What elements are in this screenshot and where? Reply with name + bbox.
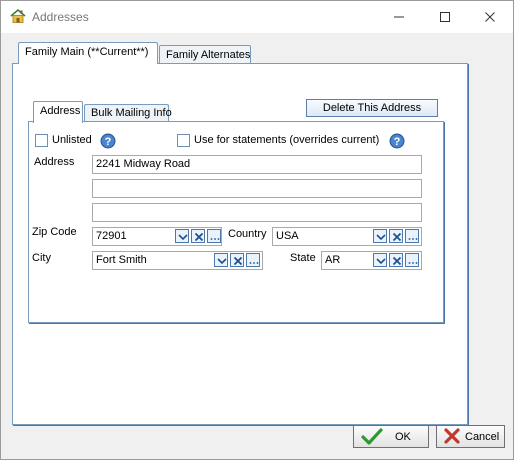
ellipsis-icon [210, 238, 220, 240]
address-line3-input[interactable] [92, 203, 422, 222]
city-dropdown-button[interactable] [214, 253, 228, 267]
zip-clear-button[interactable] [191, 229, 205, 243]
city-more-button[interactable] [246, 253, 260, 267]
clear-x-icon [194, 232, 204, 242]
chevron-down-icon [217, 258, 227, 265]
ok-label: OK [395, 431, 411, 443]
unlisted-checkbox[interactable] [35, 134, 48, 147]
help-icon[interactable]: ? [100, 133, 116, 149]
ellipsis-icon [249, 262, 259, 264]
tab-address[interactable]: Address [33, 101, 83, 123]
checkmark-icon [361, 428, 383, 445]
address-panel [28, 121, 444, 323]
maximize-button[interactable] [422, 1, 468, 33]
city-clear-button[interactable] [230, 253, 244, 267]
tab-family-alternates-label: Family Alternates [166, 49, 251, 61]
state-label: State [290, 252, 316, 264]
zip-dropdown-button[interactable] [175, 229, 189, 243]
country-more-button[interactable] [405, 229, 419, 243]
cancel-label: Cancel [465, 431, 500, 443]
statements-label: Use for statements (overrides current) [194, 134, 380, 146]
ellipsis-icon [408, 238, 418, 240]
country-label: Country [228, 228, 267, 240]
country-clear-button[interactable] [389, 229, 403, 243]
delete-address-button[interactable]: Delete This Address [306, 99, 438, 117]
ellipsis-icon [408, 262, 418, 264]
clear-x-icon [233, 256, 243, 266]
addresses-window: Addresses Family Main (**Current**) Fami… [0, 0, 514, 460]
close-icon [485, 12, 495, 22]
delete-address-label: Delete This Address [322, 102, 422, 114]
tab-family-main-label: Family Main (**Current**) [25, 46, 149, 58]
address-line2-input[interactable] [92, 179, 422, 198]
zip-label: Zip Code [32, 226, 77, 238]
clear-x-icon [392, 232, 402, 242]
state-clear-button[interactable] [389, 253, 403, 267]
state-dropdown-button[interactable] [373, 253, 387, 267]
dialog-client: Family Main (**Current**) Family Alterna… [1, 33, 513, 459]
tab-bulk-mailing-info[interactable]: Bulk Mailing Info [84, 104, 172, 122]
cancel-button[interactable]: Cancel [436, 425, 505, 448]
close-button[interactable] [467, 1, 513, 33]
city-label: City [32, 252, 51, 264]
maximize-icon [440, 12, 450, 22]
state-more-button[interactable] [405, 253, 419, 267]
chevron-down-icon [178, 234, 188, 241]
tab-bulk-mailing-label: Bulk Mailing Info [91, 107, 172, 119]
svg-text:?: ? [105, 136, 112, 148]
tab-family-alternates[interactable]: Family Alternates [159, 45, 251, 65]
help-icon[interactable]: ? [389, 133, 405, 149]
address-line1-input[interactable]: 2241 Midway Road [92, 155, 422, 174]
ok-button[interactable]: OK [353, 425, 429, 448]
chevron-down-icon [376, 234, 386, 241]
svg-text:?: ? [394, 136, 401, 148]
tab-address-label: Address [40, 105, 81, 117]
country-dropdown-button[interactable] [373, 229, 387, 243]
statements-checkbox[interactable] [177, 134, 190, 147]
unlisted-label: Unlisted [52, 134, 92, 146]
chevron-down-icon [376, 258, 386, 265]
minimize-button[interactable] [376, 1, 422, 33]
title-bar: Addresses [1, 1, 513, 33]
house-icon [10, 8, 26, 23]
zip-more-button[interactable] [207, 229, 221, 243]
clear-x-icon [392, 256, 402, 266]
cancel-x-icon [444, 428, 460, 444]
tab-family-main[interactable]: Family Main (**Current**) [18, 42, 158, 64]
window-title: Addresses [32, 10, 89, 24]
minimize-icon [394, 16, 404, 18]
address-label: Address [34, 156, 75, 168]
